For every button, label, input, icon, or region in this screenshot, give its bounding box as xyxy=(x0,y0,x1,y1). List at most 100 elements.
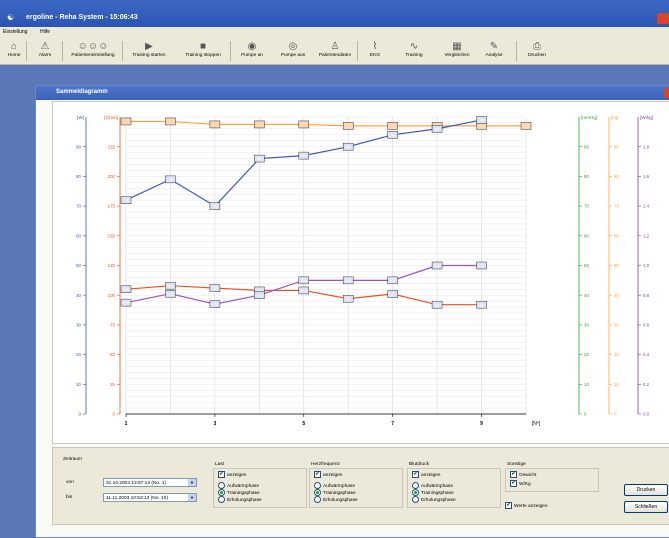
y-tick-label: 25 xyxy=(110,382,115,387)
chevron-down-icon[interactable]: ▼ xyxy=(188,494,196,501)
y-tick-label: 80 xyxy=(614,174,619,179)
data-label: 99 xyxy=(480,119,484,123)
x-tick-label: 5 xyxy=(302,421,305,427)
blut-show-checkbox[interactable]: ✔ anzeigen xyxy=(412,471,440,479)
chevron-down-icon[interactable]: ▼ xyxy=(188,479,196,486)
home-icon: ⌂ xyxy=(10,41,18,52)
toolbar-button-patienteneinstellung[interactable]: ☺☺☺ Patienteneinstellung xyxy=(66,39,120,63)
y-tick-label: 10 xyxy=(584,382,589,387)
radio-selected-icon xyxy=(314,489,321,496)
sonstige-group: ✔ Gewicht ✔ W/Kg xyxy=(505,468,599,492)
blut-title: Blutdruck xyxy=(409,462,429,467)
wkg-checkbox[interactable]: ✔ W/Kg xyxy=(510,480,531,488)
data-label: 0.9 xyxy=(346,279,351,283)
toolbar-separator xyxy=(516,41,517,61)
close-button[interactable]: Schließen xyxy=(624,501,668,513)
y-tick-label: 0.2 xyxy=(643,382,650,387)
y-tick-label: 0.0 xyxy=(643,412,650,417)
toolbar-button-alarm[interactable]: ⚠ Alarm xyxy=(30,39,60,63)
data-label: 106 xyxy=(212,287,218,291)
blut-opt-erholung[interactable]: Erholungsphase xyxy=(412,496,456,504)
data-marker xyxy=(254,120,265,129)
y-tick-label: 1.6 xyxy=(643,174,650,179)
y-tick-label: 0 xyxy=(79,412,82,417)
toolbar-button-label: Pumpe aus xyxy=(280,53,306,58)
toolbar-button-training-starten[interactable]: ▶ Training starten xyxy=(126,39,172,63)
checkbox-checked-icon: ✔ xyxy=(314,471,321,478)
data-label: 90 xyxy=(346,145,350,149)
y-tick-label: 1.2 xyxy=(643,233,650,238)
toolbar-button-vergleichen[interactable]: ▦ Vergleichen xyxy=(442,39,472,63)
y-tick-label: 150 xyxy=(108,233,116,238)
herz-opt-erholung[interactable]: Erholungsphase xyxy=(314,496,358,504)
data-marker xyxy=(165,117,176,126)
y-tick-label: 40 xyxy=(614,293,619,298)
y-tick-label: 10 xyxy=(614,382,619,387)
data-marker xyxy=(298,120,310,129)
y-tick-label: 40 xyxy=(584,293,589,298)
data-label: 0.9 xyxy=(301,279,306,283)
last-opt-erholung[interactable]: Erholungsphase xyxy=(218,496,262,504)
data-label: 108 xyxy=(167,284,173,288)
data-label: 94 xyxy=(391,133,395,137)
play-icon: ▶ xyxy=(145,41,153,52)
summary-chart: 1 3 5 7 9 [Nº][W]0102030405060708090[1/min]02… xyxy=(76,115,653,427)
von-value: 31.10.2003 13:57:13 (No. 1) xyxy=(106,481,167,486)
data-label: 86 xyxy=(257,157,261,161)
menu-hilfe[interactable]: Hilfe xyxy=(40,29,50,35)
y-axis-label: [W/kg] xyxy=(640,115,653,120)
patient-data-icon: ♙ xyxy=(330,41,340,52)
toolbar-button-patientendaten[interactable]: ♙ Patientendaten xyxy=(315,39,355,63)
checkbox-checked-icon: ✔ xyxy=(412,471,419,478)
bis-select[interactable]: 11.11.2003 10:53:13 (No. 10) ▼ xyxy=(103,493,197,502)
toolbar-button-training[interactable]: ∿ Training xyxy=(398,39,430,63)
checkbox-checked-icon: ✔ xyxy=(510,480,517,487)
y-tick-label: 0.4 xyxy=(643,352,650,357)
filter-panel: Zeitraum von 31.10.2003 13:57:13 (No. 1)… xyxy=(52,447,669,525)
window-title: ergoline - Reha System - 15:06:43 xyxy=(26,14,138,21)
y-tick-label: 75 xyxy=(110,323,115,328)
data-label: 105 xyxy=(123,288,129,292)
toolbar: ⌂ Home ⚠ Alarm ☺☺☺ Patienteneinstellung ▶ Train… xyxy=(0,38,669,65)
menu-einstellung[interactable]: Einstellung xyxy=(3,29,27,35)
menubar: Einstellung Hilfe xyxy=(0,27,669,38)
toolbar-button-pumpe-aus[interactable]: ◎ Pumpe aus xyxy=(275,39,311,63)
data-label: 97 xyxy=(346,297,350,301)
data-label: 0.75 xyxy=(123,301,130,305)
toolbar-button-analyse[interactable]: ✎ Analyse xyxy=(478,39,510,63)
y-tick-label: 50 xyxy=(110,352,115,357)
app-icon: ☯ xyxy=(7,13,15,22)
y-tick-label: 30 xyxy=(584,323,589,328)
herz-show-checkbox[interactable]: ✔ anzeigen xyxy=(314,471,342,479)
von-select[interactable]: 31.10.2003 13:57:13 (No. 1) ▼ xyxy=(103,478,197,487)
toolbar-button-pumpe-an[interactable]: ◉ Pumpe an xyxy=(234,39,270,63)
gewicht-checkbox[interactable]: ✔ Gewicht xyxy=(510,471,536,479)
toolbar-button-ekg[interactable]: ⌇ EKG xyxy=(361,39,389,63)
toolbar-button-label: Drucken xyxy=(528,53,546,58)
y-tick-label: 30 xyxy=(76,323,81,328)
last-show-checkbox[interactable]: ✔ anzeigen xyxy=(218,471,246,479)
radio-icon xyxy=(218,496,225,503)
toolbar-button-label: Patientendaten xyxy=(318,53,352,58)
y-tick-label: 0 xyxy=(614,412,617,417)
data-label: 0.9 xyxy=(390,279,395,283)
radio-icon xyxy=(314,482,321,489)
y-tick-label: 50 xyxy=(614,263,619,268)
toolbar-button-home[interactable]: ⌂ Home xyxy=(2,39,26,63)
radio-icon xyxy=(412,496,419,503)
data-label: 96 xyxy=(435,127,439,131)
toolbar-button-drucken[interactable]: ⎙ Drucken xyxy=(520,39,554,63)
window-close-button[interactable] xyxy=(657,13,669,24)
dialog-close-button[interactable] xyxy=(664,88,669,98)
data-label: 72 xyxy=(124,199,128,203)
ekg-icon: ⌇ xyxy=(372,41,378,52)
print-button[interactable]: Drucken xyxy=(624,484,668,496)
training-icon: ∿ xyxy=(409,41,419,52)
data-label: 92 xyxy=(435,303,439,307)
y-tick-label: 0 xyxy=(113,412,116,417)
y-tick-label: 225 xyxy=(108,144,116,149)
werte-checkbox[interactable]: ✔ Werte anzeigen xyxy=(505,502,548,510)
printer-icon: ⎙ xyxy=(533,41,541,52)
y-tick-label: 90 xyxy=(614,144,619,149)
toolbar-button-training-stoppen[interactable]: ■ Training stoppen xyxy=(178,39,228,63)
